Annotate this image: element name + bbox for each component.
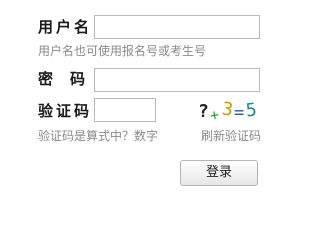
captcha-image[interactable]: ? + 3 = 5	[196, 98, 260, 126]
captcha-hint: 验证码是算式中？数字	[38, 129, 159, 143]
captcha-input[interactable]	[94, 98, 156, 122]
captcha-label: 验证码	[38, 102, 93, 120]
username-label: 用户名	[38, 18, 93, 36]
refresh-captcha-link[interactable]: 刷新验证码	[201, 128, 261, 144]
login-button[interactable]: 登录	[180, 160, 258, 186]
password-label: 密 码	[38, 70, 87, 88]
username-hint: 用户名也可使用报名号或考生号	[38, 44, 207, 58]
username-input[interactable]	[94, 15, 260, 39]
captcha-char-result: 5	[244, 99, 258, 122]
password-input[interactable]	[94, 68, 260, 92]
captcha-char-equals: =	[234, 103, 245, 123]
captcha-char-number: 3	[220, 98, 235, 121]
captcha-char-plus: +	[208, 105, 221, 125]
